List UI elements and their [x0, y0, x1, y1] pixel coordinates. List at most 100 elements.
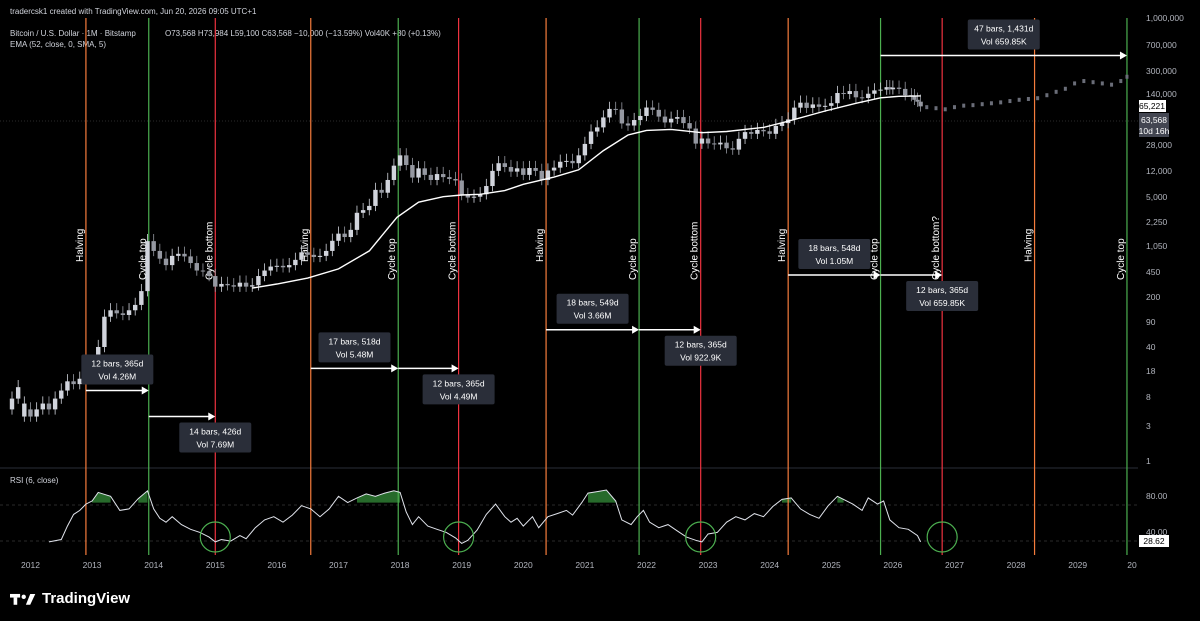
y-axis-tick: 1,050	[1146, 241, 1168, 251]
x-axis-tick: 2019	[452, 560, 471, 570]
measure-label-bars: 47 bars, 1,431d	[974, 24, 1033, 34]
candle	[416, 168, 421, 178]
projection-candle	[1082, 79, 1086, 84]
candle	[287, 265, 292, 268]
vline-label: Cycle top	[628, 238, 639, 280]
candle	[354, 212, 360, 230]
measure-label-bars: 12 bars, 365d	[675, 340, 727, 350]
projection-candle	[1017, 97, 1021, 102]
candle	[496, 163, 501, 171]
tradingview-logo[interactable]: TradingView	[10, 590, 130, 607]
candle	[631, 120, 637, 126]
x-axis-tick: 2015	[206, 560, 225, 570]
candle	[742, 132, 748, 139]
candle	[693, 128, 698, 144]
candle	[243, 282, 249, 287]
candle	[773, 125, 779, 134]
candle	[918, 101, 923, 107]
x-axis-tick: 2016	[267, 560, 286, 570]
projection-candle	[1119, 79, 1123, 84]
measure-label-volume: Vol 659.85K	[981, 37, 1027, 47]
projection-candle	[999, 100, 1003, 105]
candle	[681, 117, 686, 124]
y-axis-tick: 18	[1146, 366, 1156, 376]
candle	[194, 263, 199, 271]
candle	[712, 143, 717, 145]
candle	[829, 103, 834, 106]
chart-root: tradercsk1 created with TradingView.com,…	[0, 0, 1200, 621]
x-axis-tick: 2029	[1068, 560, 1087, 570]
y-axis-tick: 1,000,000	[1146, 13, 1184, 23]
measure-arrowhead	[391, 364, 399, 373]
x-axis-tick: 2028	[1007, 560, 1026, 570]
candle	[718, 142, 723, 145]
candle	[447, 177, 452, 179]
candle	[176, 253, 181, 256]
candle	[182, 253, 187, 257]
x-axis-tick: 2027	[945, 560, 964, 570]
candle	[804, 102, 809, 108]
measure-label-bars: 17 bars, 518d	[329, 336, 381, 346]
y-axis-tick: 90	[1146, 317, 1156, 327]
candle	[847, 91, 852, 95]
candle	[453, 178, 458, 181]
candle	[373, 189, 378, 206]
measure-label-bars: 18 bars, 548d	[808, 243, 860, 253]
projection-candle	[1026, 96, 1030, 101]
candle	[607, 108, 612, 118]
candle	[761, 129, 766, 132]
candle	[360, 210, 366, 213]
vline-label: Cycle bottom	[448, 222, 459, 280]
candle	[52, 398, 58, 410]
candle	[705, 138, 711, 144]
measure-label-volume: Vol 922.9K	[680, 353, 721, 363]
candle	[342, 233, 347, 238]
candle	[59, 390, 64, 399]
current-price-text: 63,568	[1141, 115, 1167, 125]
candle	[188, 256, 193, 264]
candle	[749, 132, 754, 134]
x-axis-tick: 2021	[575, 560, 594, 570]
candle	[102, 316, 107, 347]
candle	[71, 381, 76, 385]
measure-label-bars: 14 bars, 426d	[189, 427, 241, 437]
candle	[539, 170, 544, 180]
projection-candle	[962, 103, 966, 108]
candle	[601, 117, 606, 128]
price-chart[interactable]: Halving Cycle top Cycle bottom Halving Cycle…	[0, 0, 1200, 621]
x-axis-tick: 20	[1127, 560, 1137, 570]
x-axis-tick: 2018	[391, 560, 410, 570]
candle	[139, 291, 144, 305]
candle	[157, 250, 163, 259]
candle	[311, 254, 317, 257]
projection-candle	[1073, 81, 1077, 86]
y-axis-tick: 8	[1146, 392, 1151, 402]
measure-arrowhead	[451, 364, 459, 373]
price-level-badge-text: 65,221	[1139, 101, 1165, 111]
candle	[890, 87, 896, 90]
measure-label-bars: 12 bars, 365d	[433, 378, 485, 388]
candle	[656, 109, 661, 117]
projection-candle	[971, 103, 975, 108]
candle	[293, 259, 298, 266]
measure-label-bars: 12 bars, 365d	[916, 285, 968, 295]
candle	[551, 167, 557, 171]
candle	[22, 403, 27, 417]
projection-candle	[1091, 80, 1095, 85]
candle	[404, 155, 409, 166]
y-axis-tick: 3	[1146, 421, 1151, 431]
measure-arrowhead	[141, 386, 149, 395]
candle	[872, 90, 877, 94]
measure-arrowhead	[693, 325, 701, 334]
candle	[385, 179, 390, 193]
tradingview-logo-text: TradingView	[42, 590, 131, 607]
x-axis-tick: 2020	[514, 560, 533, 570]
candle	[730, 148, 735, 150]
candle	[77, 378, 82, 385]
y-axis-tick: 28,000	[1146, 140, 1172, 150]
projection-candle	[1045, 93, 1049, 98]
candle	[687, 123, 692, 129]
candle	[668, 118, 674, 123]
projection-candle	[1036, 96, 1040, 101]
candle	[219, 283, 224, 287]
